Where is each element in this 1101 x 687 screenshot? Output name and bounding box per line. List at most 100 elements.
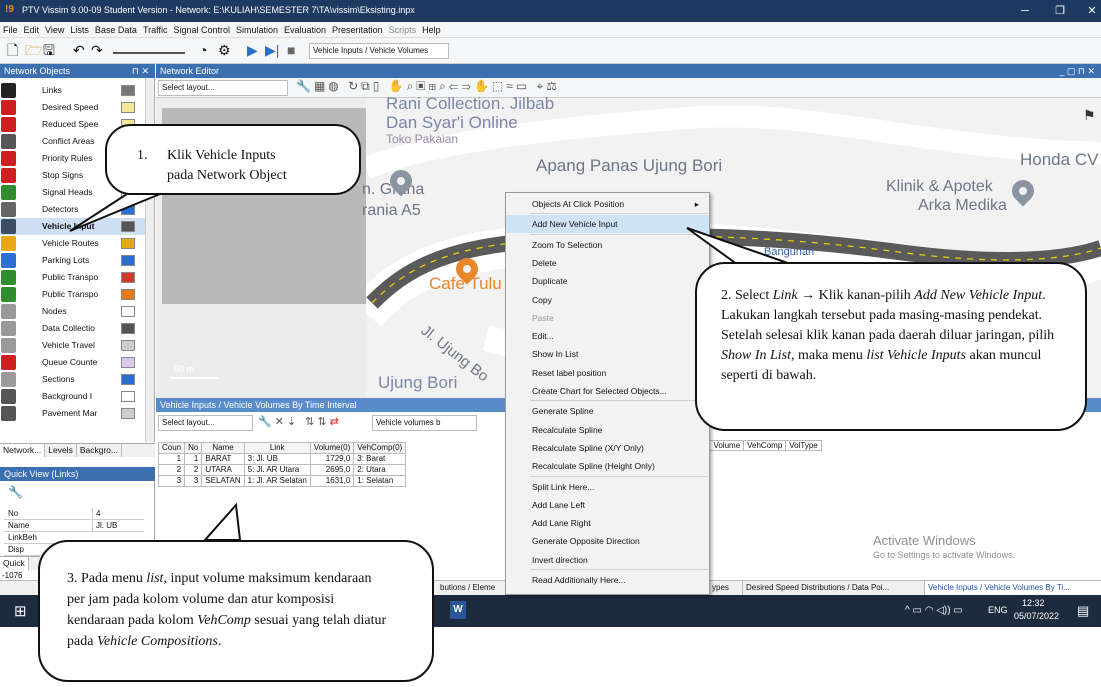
context-menu-item[interactable]: Show In List <box>506 345 709 363</box>
col-header[interactable]: VehComp <box>743 440 787 451</box>
context-menu-item[interactable]: Recalculate Spline (X/Y Only) <box>506 439 709 457</box>
network-object-item[interactable]: Nodes <box>0 303 145 320</box>
col-volume[interactable]: Volume(0) <box>309 442 355 454</box>
simulation-settings-icon[interactable]: ⚙ <box>218 42 231 58</box>
tab-desired-speed[interactable]: Desired Speed Distributions / Data Poi..… <box>742 581 889 595</box>
network-object-item[interactable]: Desired Speed <box>0 99 145 116</box>
close-button[interactable]: ✕ <box>1072 2 1101 20</box>
menu-file[interactable]: File <box>0 22 21 38</box>
tab-distributions[interactable]: butions / Eleme <box>440 581 495 595</box>
editor-window-controls-icon[interactable]: _ ▢ ⊓ ✕ <box>1059 64 1095 78</box>
menu-help[interactable]: Help <box>419 22 444 38</box>
qv-value[interactable]: Jl. UB <box>92 520 117 532</box>
sim-speed-slider[interactable] <box>113 52 185 54</box>
context-menu-item[interactable]: Generate Opposite Direction <box>506 532 709 550</box>
network-object-item[interactable]: Background I <box>0 388 145 405</box>
stop-icon[interactable]: ■ <box>287 42 295 58</box>
table-cell[interactable]: 2 <box>157 464 186 476</box>
context-menu-item[interactable]: Generate Spline <box>506 402 709 420</box>
table-cell[interactable]: 1631,0 <box>309 475 355 487</box>
menu-simulation[interactable]: Simulation <box>233 22 281 38</box>
visibility-toggle[interactable] <box>121 374 135 385</box>
network-object-item[interactable]: Vehicle Travel <box>0 337 145 354</box>
network-object-item[interactable]: Public Transpo <box>0 269 145 286</box>
clock-date[interactable]: 05/07/2022 <box>1014 611 1059 621</box>
table-cell[interactable]: 3: Jl. UB <box>243 453 311 465</box>
table-cell[interactable]: 1729,0 <box>309 453 355 465</box>
save-icon[interactable]: 🖫 <box>43 42 55 58</box>
network-object-item[interactable]: Vehicle Input <box>0 218 145 235</box>
visibility-toggle[interactable] <box>121 306 135 317</box>
open-folder-icon[interactable]: 🗁 <box>25 42 42 58</box>
menu-view[interactable]: View <box>42 22 67 38</box>
context-menu-item[interactable]: Copy <box>506 291 709 309</box>
context-menu-item[interactable]: Split Link Here... <box>506 478 709 496</box>
windows-start-icon[interactable]: ⊞ <box>14 602 27 620</box>
context-menu-item[interactable]: Invert direction <box>506 551 709 569</box>
visibility-toggle[interactable] <box>121 255 135 266</box>
list-layout-combo[interactable]: Select layout... <box>158 415 253 431</box>
col-no[interactable]: No <box>184 442 203 454</box>
network-object-item[interactable]: Parking Lots <box>0 252 145 269</box>
minimize-button[interactable]: ─ <box>1005 2 1045 20</box>
table-cell[interactable]: 1: Selatan <box>353 475 407 487</box>
visibility-toggle[interactable] <box>121 272 135 283</box>
editor-tool-icons[interactable]: 🔧▦◍ ↻⧉▯ ✋⌕▣⊞⌕⇐⇒✋⬚≈▭ ⌖⚖ <box>296 79 560 94</box>
visibility-toggle[interactable] <box>121 357 135 368</box>
clock-time[interactable]: 12:32 <box>1022 598 1045 608</box>
menu-presentation[interactable]: Presentation <box>329 22 386 38</box>
table-cell[interactable]: 2 <box>184 464 203 476</box>
table-cell[interactable]: 1: Jl. AR Selatan <box>243 475 311 487</box>
context-menu-item[interactable]: Zoom To Selection <box>506 236 709 254</box>
context-menu-item[interactable]: Recalculate Spline <box>506 421 709 439</box>
tab-quick-view[interactable]: Quick <box>0 557 29 570</box>
context-menu-item[interactable]: Recalculate Spline (Height Only) <box>506 457 709 475</box>
network-object-item[interactable]: Links <box>0 82 145 99</box>
new-file-icon[interactable]: 🗋 <box>7 42 18 58</box>
editor-layout-combo[interactable]: Select layout... <box>158 80 288 96</box>
col-count[interactable]: Coun <box>157 442 186 454</box>
menu-signal-control[interactable]: Signal Control <box>170 22 233 38</box>
table-cell[interactable]: 2695,0 <box>309 464 355 476</box>
step-icon[interactable]: ▶| <box>265 42 279 58</box>
menu-traffic[interactable]: Traffic <box>140 22 171 38</box>
menu-edit[interactable]: Edit <box>21 22 43 38</box>
col-name[interactable]: Name <box>201 442 245 454</box>
table-cell[interactable]: 3 <box>184 475 203 487</box>
col-link[interactable]: Link <box>243 442 311 454</box>
context-menu-item[interactable]: Add Lane Left <box>506 496 709 514</box>
tab-backgrounds[interactable]: Backgro... <box>77 444 123 457</box>
menu-lists[interactable]: Lists <box>67 22 92 38</box>
table-row[interactable]: 3 3 SELATAN 1: Jl. AR Selatan 1631,0 1: Selat… <box>157 475 407 487</box>
context-menu-item[interactable]: Paste <box>506 309 709 327</box>
context-menu-item[interactable]: Edit... <box>506 327 709 345</box>
table-row[interactable]: 1 1 BARAT 3: Jl. UB 1729,0 3: Barat <box>157 453 407 465</box>
table-row[interactable]: 2 2 UTARA 5: Jl. AR Utara 2695,0 2: Utara <box>157 464 407 476</box>
visibility-toggle[interactable] <box>121 204 135 215</box>
undo-icon[interactable]: ↶ <box>73 42 85 58</box>
table-cell[interactable]: 3: Barat <box>353 453 407 465</box>
context-menu-item[interactable]: Reset label position <box>506 364 709 382</box>
play-icon[interactable]: ▶ <box>247 42 258 58</box>
quick-mode-icon[interactable]: ◔ <box>199 42 207 58</box>
context-menu-item[interactable]: Read Additionally Here... <box>506 571 709 589</box>
network-object-item[interactable]: Detectors <box>0 201 145 218</box>
network-object-item[interactable]: Data Collectio <box>0 320 145 337</box>
table-cell[interactable]: UTARA <box>201 464 245 476</box>
network-object-item[interactable]: Public Transpo <box>0 286 145 303</box>
visibility-toggle[interactable] <box>121 408 135 419</box>
visibility-toggle[interactable] <box>121 221 135 232</box>
col-header[interactable]: Volume <box>709 440 745 451</box>
table-cell[interactable]: 3 <box>157 475 186 487</box>
visibility-toggle[interactable] <box>121 340 135 351</box>
notification-icon[interactable]: ▤ <box>1077 603 1089 619</box>
col-vehcomp[interactable]: VehComp(0) <box>353 442 407 454</box>
table-cell[interactable]: 5: Jl. AR Utara <box>243 464 311 476</box>
list-selector-combo[interactable]: Vehicle Inputs / Vehicle Volumes <box>309 43 449 59</box>
visibility-toggle[interactable] <box>121 289 135 300</box>
context-menu-item[interactable]: Delete <box>506 254 709 272</box>
language-indicator[interactable]: ENG <box>988 605 1008 615</box>
network-object-item[interactable]: Vehicle Routes <box>0 235 145 252</box>
system-tray-icons[interactable]: ^ ▭ ◠ ◁)) ▭ <box>905 605 963 616</box>
visibility-toggle[interactable] <box>121 238 135 249</box>
